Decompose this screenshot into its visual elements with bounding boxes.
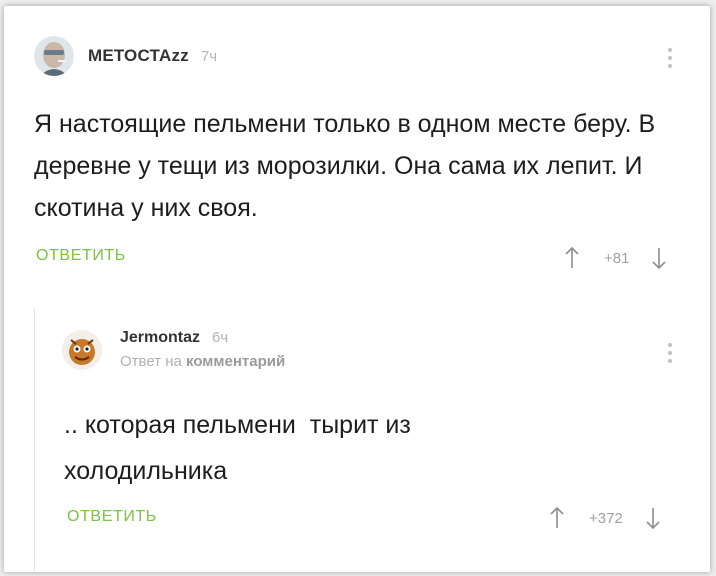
comment-author[interactable]: МЕТОСТАzz: [88, 46, 189, 66]
reply-score: +372: [589, 509, 623, 527]
reply-avatar[interactable]: [62, 329, 102, 370]
reply-button[interactable]: ОТВЕТИТЬ: [67, 508, 157, 526]
comment-time: 7ч: [200, 47, 218, 65]
arrow-down-icon[interactable]: [645, 506, 661, 530]
more-vertical-icon[interactable]: [665, 48, 675, 68]
reply-meta: Jermontaz 6ч Ответ на комментарий: [120, 329, 285, 370]
reply-button[interactable]: ОТВЕТИТЬ: [36, 247, 126, 265]
comment-header: МЕТОСТАzz 7ч: [34, 34, 217, 78]
reply-author[interactable]: Jermontaz: [120, 329, 200, 347]
more-vertical-icon[interactable]: [665, 343, 675, 363]
thread-line: [34, 308, 35, 572]
comments-panel: МЕТОСТАzz 7ч Я настоящие пельмени только…: [4, 6, 710, 572]
arrow-down-icon[interactable]: [651, 246, 667, 270]
reply-to-line: Ответ на комментарий: [120, 353, 285, 370]
avatar[interactable]: [34, 36, 74, 76]
vote-controls: +372: [549, 506, 661, 530]
reply-to-prefix: Ответ на: [120, 353, 182, 370]
arrow-up-icon[interactable]: [549, 506, 565, 530]
vote-controls: +81: [564, 246, 667, 270]
reply-text: .. которая пельмени тырит из холодильник…: [64, 411, 411, 485]
reply-to-link[interactable]: комментарий: [186, 353, 285, 370]
arrow-up-icon[interactable]: [564, 246, 580, 270]
reply-header: Jermontaz 6ч Ответ на комментарий: [62, 329, 285, 370]
comment-text: Я настоящие пельмени только в одном мест…: [34, 110, 656, 222]
reply-time: 6ч: [212, 329, 229, 346]
comment-score: +81: [604, 249, 630, 267]
